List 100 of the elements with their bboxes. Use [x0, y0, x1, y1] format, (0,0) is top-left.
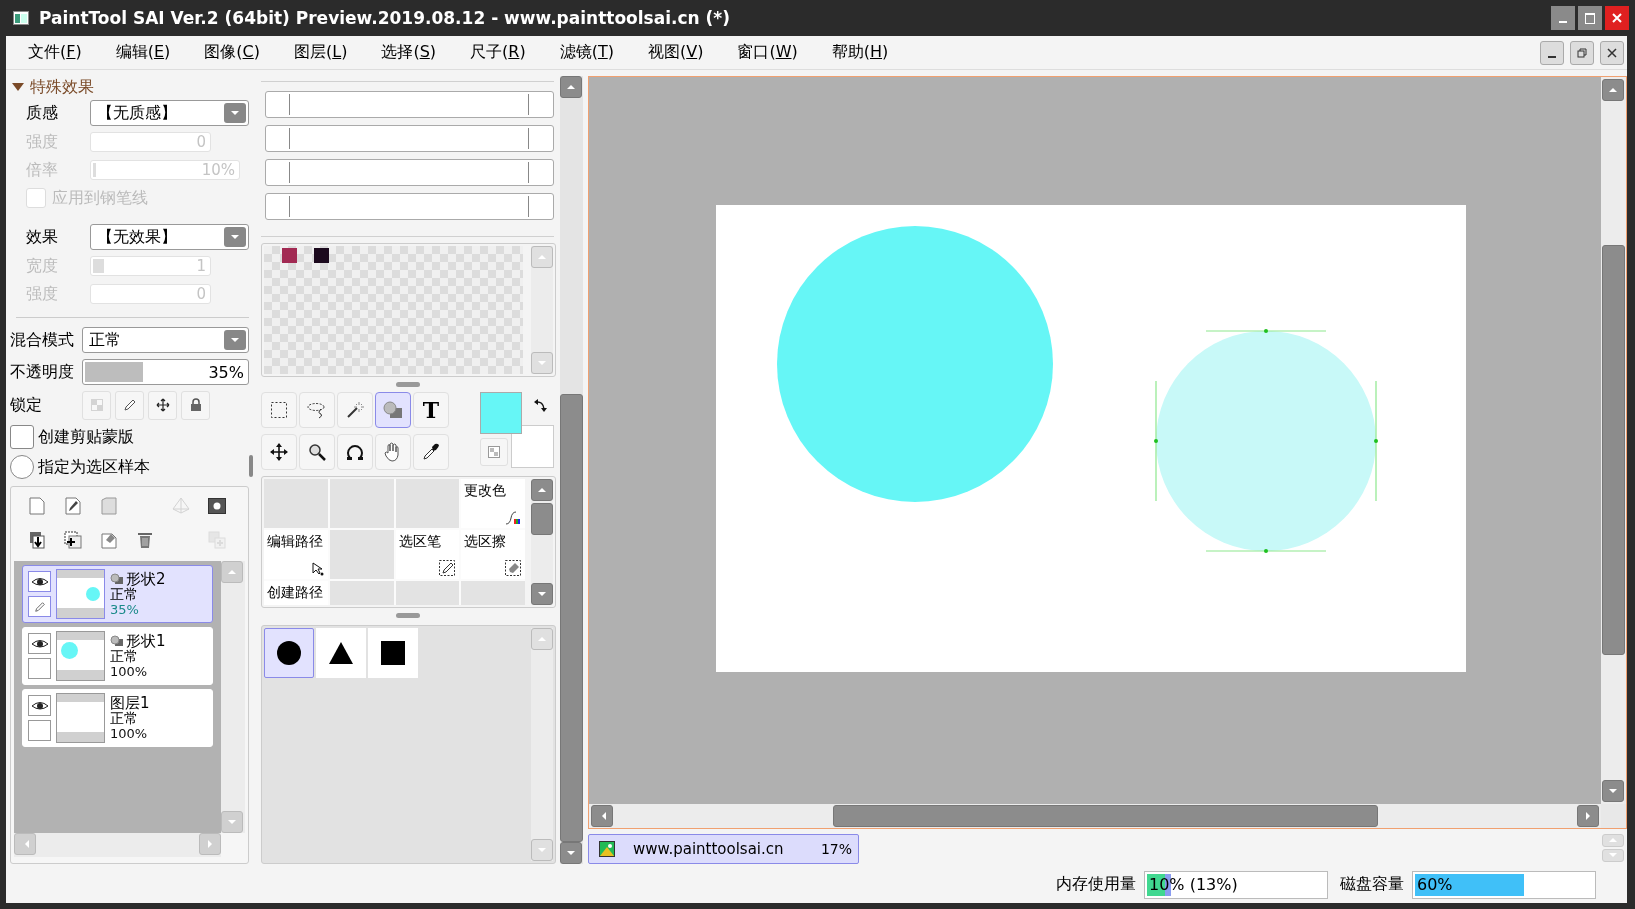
menu-item[interactable]: 编辑(E) — [115, 42, 171, 63]
scroll-up-button[interactable] — [1602, 79, 1624, 101]
tool-slot[interactable]: 更改色 — [461, 479, 525, 528]
eyedropper-tool-button[interactable] — [413, 434, 449, 470]
layer-item[interactable]: 形状2 正常 35% — [22, 565, 213, 623]
pencil-lock-button[interactable] — [115, 390, 144, 420]
shapes-tool-button[interactable] — [375, 392, 411, 428]
layer-opacity: 35% — [110, 601, 140, 617]
scrollbar-thumb[interactable] — [531, 503, 553, 535]
scroll-up-button[interactable] — [531, 479, 553, 501]
wand-tool-button[interactable] — [337, 392, 373, 428]
tool-slot[interactable]: 选区笔 — [395, 530, 460, 579]
menu-item[interactable]: 帮助(H) — [831, 42, 889, 63]
lasso-tool-button[interactable] — [299, 392, 335, 428]
menu-item[interactable]: 视图(V) — [647, 42, 704, 63]
scroll-down-button[interactable] — [531, 839, 553, 861]
scroll-down-button[interactable] — [560, 842, 582, 864]
rect-select-tool-button[interactable] — [261, 392, 297, 428]
maximize-button[interactable] — [1578, 6, 1602, 30]
edit-toggle[interactable] — [28, 720, 51, 741]
visibility-toggle[interactable] — [28, 633, 51, 654]
menu-item[interactable]: 图像(C) — [204, 42, 260, 63]
scrollbar-thumb[interactable] — [560, 394, 583, 842]
minimize-button[interactable] — [1540, 40, 1564, 65]
tool-slot[interactable]: 选区擦 — [461, 530, 525, 579]
dropdown[interactable]: 【无效果】 — [90, 224, 249, 250]
color-swatch[interactable] — [282, 248, 297, 263]
color-slider[interactable] — [265, 193, 554, 220]
layer-item[interactable]: 形状1 正常 100% — [22, 627, 213, 685]
scroll-right-button[interactable] — [1577, 805, 1599, 827]
circle-shape-button[interactable] — [264, 628, 314, 678]
hand-tool-button[interactable] — [375, 434, 411, 470]
edit-toggle[interactable] — [28, 596, 51, 617]
section-header[interactable]: 特殊效果 — [10, 76, 249, 98]
checkbox[interactable] — [10, 425, 34, 449]
lasso-icon — [307, 401, 327, 419]
layer-item[interactable]: 图层1 正常 100% — [22, 689, 213, 747]
document-tab[interactable]: www.painttoolsai.cn 17% — [588, 833, 859, 864]
horizontal-scrollbar[interactable] — [14, 833, 221, 857]
scroll-up-button[interactable] — [531, 628, 553, 650]
edit-toggle[interactable] — [28, 658, 51, 679]
pencil-icon — [122, 398, 137, 412]
tool-slot[interactable]: 创建路径 — [264, 581, 328, 605]
secondary-color[interactable] — [511, 425, 554, 468]
field-label: 强度 — [26, 283, 59, 305]
vertical-scrollbar[interactable] — [531, 479, 553, 605]
opacity-slider[interactable]: 35% — [82, 359, 249, 385]
scroll-down-button[interactable] — [221, 811, 243, 833]
color-slider[interactable] — [265, 125, 554, 152]
vertical-scrollbar[interactable] — [560, 76, 583, 864]
close-button[interactable] — [1600, 40, 1624, 65]
pencil-icon — [33, 600, 46, 613]
dropdown[interactable]: 【无质感】 — [90, 100, 249, 126]
splitter-grip[interactable] — [395, 382, 420, 387]
menu-item[interactable]: 选择(S) — [381, 42, 437, 63]
scroll-left-button[interactable] — [14, 833, 36, 855]
swap-arrow-icon[interactable] — [534, 398, 548, 412]
restore-button[interactable] — [1570, 40, 1594, 65]
tool-slot-label: 选区擦 — [463, 532, 507, 550]
visibility-toggle[interactable] — [28, 571, 51, 592]
scrollbar-thumb[interactable] — [833, 805, 1378, 827]
menu-item[interactable]: 滤镜(T) — [559, 42, 614, 63]
horizontal-scrollbar[interactable] — [589, 804, 1601, 828]
transparent-color-button[interactable] — [480, 438, 508, 466]
move-lock-button[interactable] — [148, 390, 177, 420]
vertical-scrollbar[interactable] — [221, 561, 245, 833]
scroll-right-button[interactable] — [199, 833, 221, 855]
padlock-lock-button[interactable] — [181, 390, 210, 420]
splitter-grip[interactable] — [395, 613, 420, 618]
scroll-down-button[interactable] — [531, 583, 553, 605]
primary-color[interactable] — [480, 392, 522, 434]
dropdown[interactable]: 正常 — [82, 327, 249, 353]
triangle-shape-button[interactable] — [316, 628, 366, 678]
color-slider[interactable] — [265, 159, 554, 186]
color-swatch[interactable] — [314, 248, 329, 263]
scroll-up-button[interactable] — [531, 246, 553, 268]
panel-grip[interactable] — [249, 455, 253, 477]
vertical-scrollbar[interactable] — [531, 628, 553, 861]
tool-slot[interactable]: 编辑路径 — [264, 530, 328, 579]
scroll-up-button[interactable] — [560, 76, 582, 98]
rotate-tool-button[interactable] — [337, 434, 373, 470]
scroll-left-button[interactable] — [591, 805, 613, 827]
scroll-down-button[interactable] — [531, 352, 553, 374]
menu-item[interactable]: 窗口(W) — [737, 42, 798, 63]
menu-item[interactable]: 尺子(R) — [470, 42, 526, 63]
vertical-scrollbar[interactable] — [531, 246, 553, 374]
square-shape-button[interactable] — [368, 628, 418, 678]
text-tool-button[interactable]: T — [413, 392, 449, 428]
scroll-down-button[interactable] — [1602, 780, 1624, 802]
menu-item[interactable]: 文件(F) — [28, 42, 82, 63]
radio-button[interactable] — [10, 455, 34, 479]
scrollbar-thumb[interactable] — [1602, 245, 1625, 655]
menu-item[interactable]: 图层(L) — [294, 42, 348, 63]
zoom-tool-button[interactable] — [299, 434, 335, 470]
move-tool-button[interactable] — [261, 434, 297, 470]
scroll-up-button[interactable] — [221, 561, 243, 583]
vertical-scrollbar[interactable] — [1601, 77, 1626, 804]
minimize-icon — [1559, 21, 1567, 23]
color-slider[interactable] — [265, 91, 554, 118]
visibility-toggle[interactable] — [28, 695, 51, 716]
